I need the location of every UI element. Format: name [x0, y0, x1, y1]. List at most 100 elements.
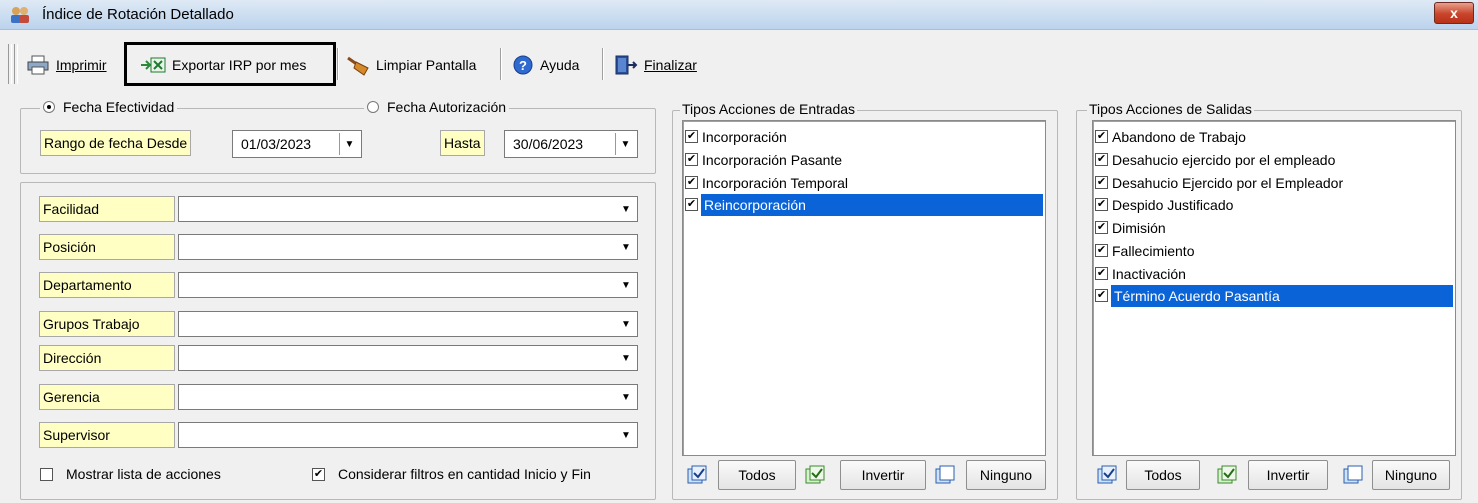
list-item[interactable]: ✔ Incorporación Temporal [685, 171, 1045, 194]
button-label: Ninguno [979, 467, 1033, 483]
report-window: Índice de Rotación Detallado x Imprimir … [0, 0, 1478, 503]
select-all-exits-icon-button[interactable] [1092, 460, 1122, 490]
dropdown-arrow-icon[interactable]: ▼ [617, 348, 635, 368]
filter-label-supervisor: Supervisor [39, 422, 175, 448]
exits-all-button[interactable]: Todos [1126, 460, 1200, 490]
dropdown-arrow-icon[interactable]: ▼ [617, 314, 635, 334]
filter-label-posicion: Posición [39, 234, 175, 260]
uncheck-all-icon [935, 465, 955, 484]
checkmark-icon: ✔ [1095, 267, 1108, 280]
show-actions-checkbox[interactable]: Mostrar lista de acciones [40, 466, 221, 482]
exit-door-icon [615, 55, 638, 75]
invert-entries-icon-button[interactable] [800, 460, 830, 490]
checkmark-icon: ✔ [685, 130, 698, 143]
check-all-icon [1097, 465, 1117, 484]
exits-invert-button[interactable]: Invertir [1248, 460, 1328, 490]
filter-label-direccion: Dirección [39, 345, 175, 371]
date-from-label: Rango de fecha Desde [40, 130, 192, 156]
toolbar-grip[interactable] [8, 44, 12, 84]
dropdown-arrow-icon[interactable]: ▼ [617, 387, 635, 407]
dropdown-arrow-icon[interactable]: ▼ [617, 425, 635, 445]
date-from-picker[interactable]: 01/03/2023 ▼ [232, 130, 362, 158]
printer-icon [27, 55, 49, 75]
list-item-selected[interactable]: ✔ Reincorporación [685, 193, 1043, 216]
checkbox-box [40, 467, 53, 481]
date-from-value: 01/03/2023 [241, 136, 312, 152]
filter-combo-gerencia[interactable]: ▼ [178, 384, 638, 410]
radio-fecha-efectividad[interactable]: Fecha Efectividad [40, 99, 178, 115]
consider-filters-checkbox[interactable]: ✔ Considerar filtros en cantidad Inicio … [312, 466, 591, 482]
checkmark-icon: ✔ [1095, 176, 1108, 189]
entries-invert-button[interactable]: Invertir [840, 460, 926, 490]
list-item[interactable]: ✔ Dimisión [1095, 216, 1455, 239]
clear-screen-button[interactable]: Limpiar Pantalla [346, 48, 476, 82]
dropdown-arrow-icon[interactable]: ▼ [617, 237, 635, 257]
highlight-outline [124, 42, 336, 86]
filter-combo-posicion[interactable]: ▼ [178, 234, 638, 260]
list-item[interactable]: ✔ Incorporación [685, 125, 1045, 148]
list-item-label: Incorporación [702, 128, 787, 145]
list-item-label: Incorporación Temporal [702, 174, 849, 191]
checkmark-icon: ✔ [1095, 153, 1108, 166]
dropdown-arrow-icon[interactable]: ▼ [339, 133, 359, 155]
checkmark-icon: ✔ [1095, 221, 1108, 234]
filter-label-gerencia: Gerencia [39, 384, 175, 410]
check-all-icon [687, 465, 707, 484]
deselect-entries-icon-button[interactable] [930, 460, 960, 490]
checkmark-icon: ✔ [685, 198, 698, 211]
date-to-picker[interactable]: 30/06/2023 ▼ [504, 130, 638, 158]
dropdown-arrow-icon[interactable]: ▼ [617, 275, 635, 295]
invert-exits-icon-button[interactable] [1212, 460, 1242, 490]
exits-none-button[interactable]: Ninguno [1372, 460, 1450, 490]
finish-button[interactable]: Finalizar [614, 48, 697, 82]
list-item[interactable]: ✔ Desahucio Ejercido por el Empleador [1095, 171, 1455, 194]
toolbar-separator [500, 48, 502, 80]
radio-indicator [367, 101, 379, 113]
svg-text:?: ? [519, 58, 527, 73]
checkbox-label: Mostrar lista de acciones [66, 466, 221, 482]
list-item-selected[interactable]: ✔ Término Acuerdo Pasantía [1095, 284, 1453, 307]
list-item[interactable]: ✔ Abandono de Trabajo [1095, 125, 1455, 148]
list-item[interactable]: ✔ Despido Justificado [1095, 193, 1455, 216]
invert-selection-icon [805, 465, 825, 484]
button-label: Ninguno [1384, 467, 1438, 483]
button-label: Invertir [861, 467, 905, 483]
print-button[interactable]: Imprimir [26, 48, 107, 82]
button-label: Todos [1144, 467, 1182, 483]
broom-icon [347, 56, 369, 76]
entries-list[interactable]: ✔ Incorporación ✔ Incorporación Pasante ✔ I… [682, 120, 1046, 456]
list-item-label: Dimisión [1112, 219, 1166, 236]
exits-list[interactable]: ✔ Abandono de Trabajo ✔ Desahucio ejercido… [1092, 120, 1456, 456]
checkmark-icon: ✔ [1095, 198, 1108, 211]
filter-combo-departamento[interactable]: ▼ [178, 272, 638, 298]
list-item[interactable]: ✔ Fallecimiento [1095, 239, 1455, 262]
select-all-entries-icon-button[interactable] [682, 460, 712, 490]
filter-combo-grupos-trabajo[interactable]: ▼ [178, 311, 638, 337]
radio-fecha-autorizacion[interactable]: Fecha Autorización [364, 99, 510, 115]
deselect-exits-icon-button[interactable] [1338, 460, 1368, 490]
filter-combo-facilidad[interactable]: ▼ [178, 196, 638, 222]
entries-none-button[interactable]: Ninguno [966, 460, 1046, 490]
filter-combo-direccion[interactable]: ▼ [178, 345, 638, 371]
invert-selection-icon [1217, 465, 1237, 484]
list-item[interactable]: ✔ Incorporación Pasante [685, 148, 1045, 171]
list-item-label: Reincorporación [701, 193, 1043, 216]
close-icon: x [1450, 5, 1458, 21]
close-button[interactable]: x [1434, 2, 1474, 24]
entries-all-button[interactable]: Todos [718, 460, 796, 490]
title-bar[interactable]: Índice de Rotación Detallado x [0, 0, 1478, 30]
filter-combo-supervisor[interactable]: ▼ [178, 422, 638, 448]
checkmark-icon: ✔ [312, 467, 325, 481]
dropdown-arrow-icon[interactable]: ▼ [617, 199, 635, 219]
help-button[interactable]: ? Ayuda [512, 48, 579, 82]
checkmark-icon: ✔ [1095, 289, 1108, 302]
filter-label-facilidad: Facilidad [39, 196, 175, 222]
list-item-label: Despido Justificado [1112, 196, 1234, 213]
list-item-label: Inactivación [1112, 265, 1186, 282]
dropdown-arrow-icon[interactable]: ▼ [615, 133, 635, 155]
list-item[interactable]: ✔ Inactivación [1095, 262, 1455, 285]
list-item[interactable]: ✔ Desahucio ejercido por el empleado [1095, 148, 1455, 171]
checkmark-icon: ✔ [1095, 130, 1108, 143]
checkmark-icon: ✔ [685, 176, 698, 189]
date-to-label: Hasta [440, 130, 485, 156]
